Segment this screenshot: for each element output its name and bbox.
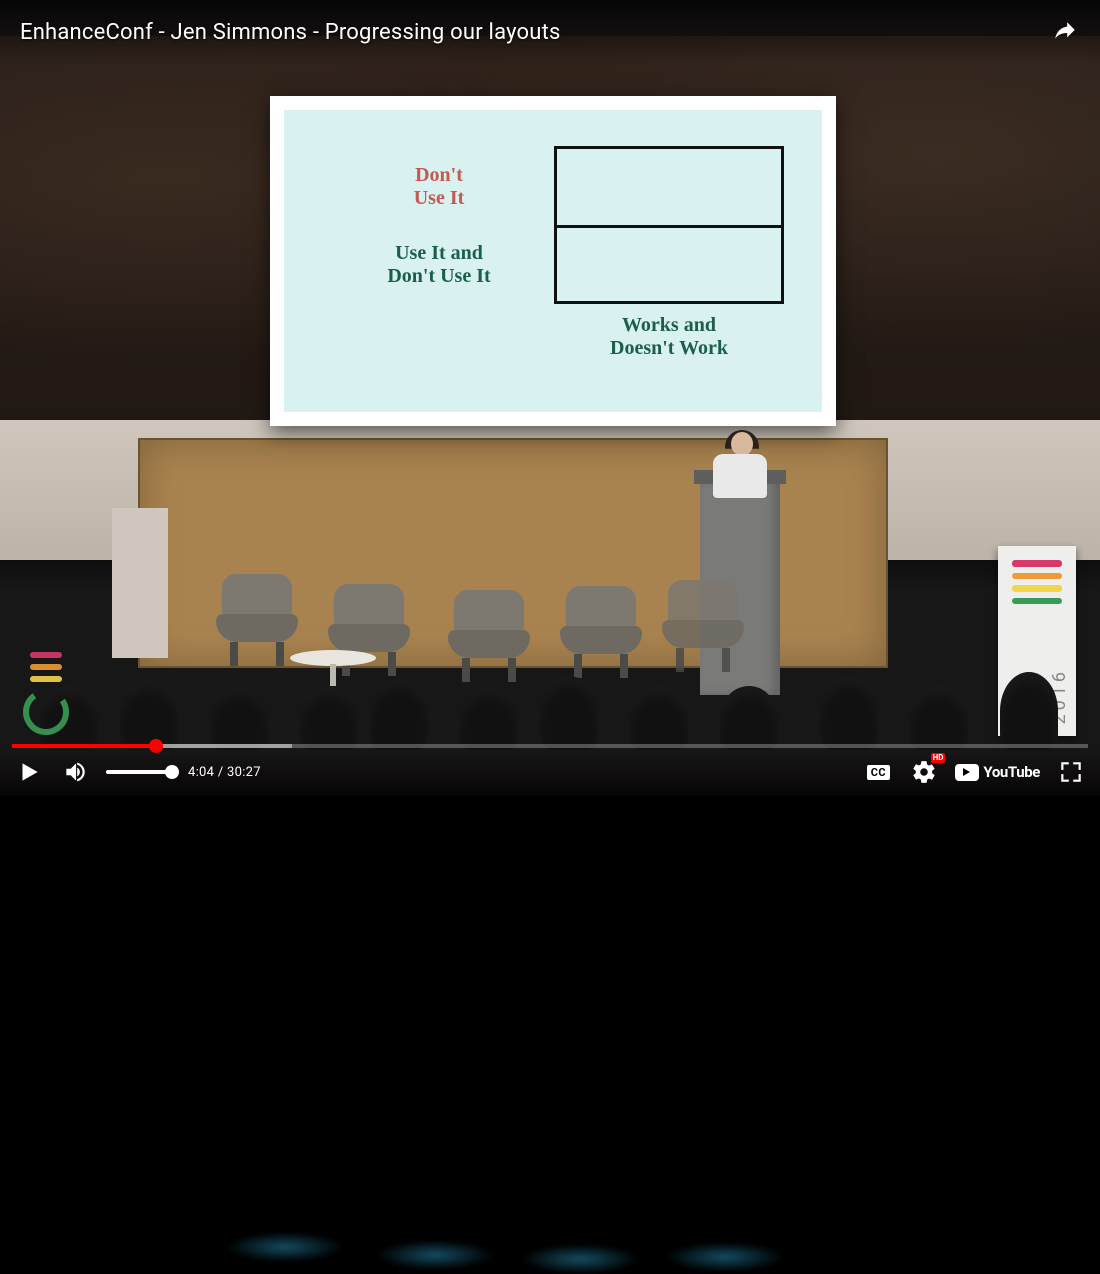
hd-badge: HD [931, 753, 946, 763]
volume-icon [62, 759, 88, 785]
stage-chair [654, 576, 752, 672]
audience-silhouette [0, 660, 1100, 750]
slide-label-row1: Don'tUse It [344, 164, 534, 210]
watch-on-youtube-button[interactable]: YouTube [955, 763, 1040, 781]
channel-watermark-icon[interactable] [18, 650, 74, 740]
video-player: Don'tUse It Use It andDon't Use It Works… [0, 0, 1100, 796]
youtube-logo-icon [955, 764, 979, 781]
play-icon [16, 759, 42, 785]
time-separator: / [218, 765, 227, 780]
video-title[interactable]: EnhanceConf - Jen Simmons - Progressing … [20, 20, 561, 45]
settings-button[interactable]: HD [909, 757, 939, 787]
fullscreen-button[interactable] [1056, 757, 1086, 787]
volume-knob[interactable] [165, 765, 179, 779]
share-button[interactable] [1050, 17, 1080, 47]
speaker-person [703, 432, 775, 497]
title-bar: EnhanceConf - Jen Simmons - Progressing … [0, 0, 1100, 64]
mute-button[interactable] [60, 757, 90, 787]
volume-slider[interactable] [106, 770, 172, 774]
time-display: 4:04 / 30:27 [188, 765, 261, 780]
share-icon [1052, 19, 1078, 45]
volume-fill [106, 770, 172, 774]
duration: 30:27 [227, 765, 261, 780]
slide-label-row2: Use It andDon't Use It [344, 242, 534, 288]
controls-bar: 4:04 / 30:27 CC HD YouTube [0, 748, 1100, 796]
video-frame[interactable]: Don'tUse It Use It andDon't Use It Works… [0, 0, 1100, 796]
play-button[interactable] [14, 757, 44, 787]
youtube-label: YouTube [983, 763, 1040, 781]
slide: Don'tUse It Use It andDon't Use It Works… [284, 110, 822, 412]
current-time: 4:04 [188, 765, 214, 780]
fullscreen-icon [1058, 759, 1084, 785]
cc-icon: CC [867, 765, 890, 780]
stage-monitor [112, 508, 168, 658]
slide-grid-box [554, 146, 784, 304]
presentation-screen: Don'tUse It Use It andDon't Use It Works… [270, 96, 836, 426]
settings-icon [911, 759, 937, 785]
slide-label-col: Works andDoesn't Work [554, 314, 784, 360]
captions-button[interactable]: CC [863, 757, 893, 787]
